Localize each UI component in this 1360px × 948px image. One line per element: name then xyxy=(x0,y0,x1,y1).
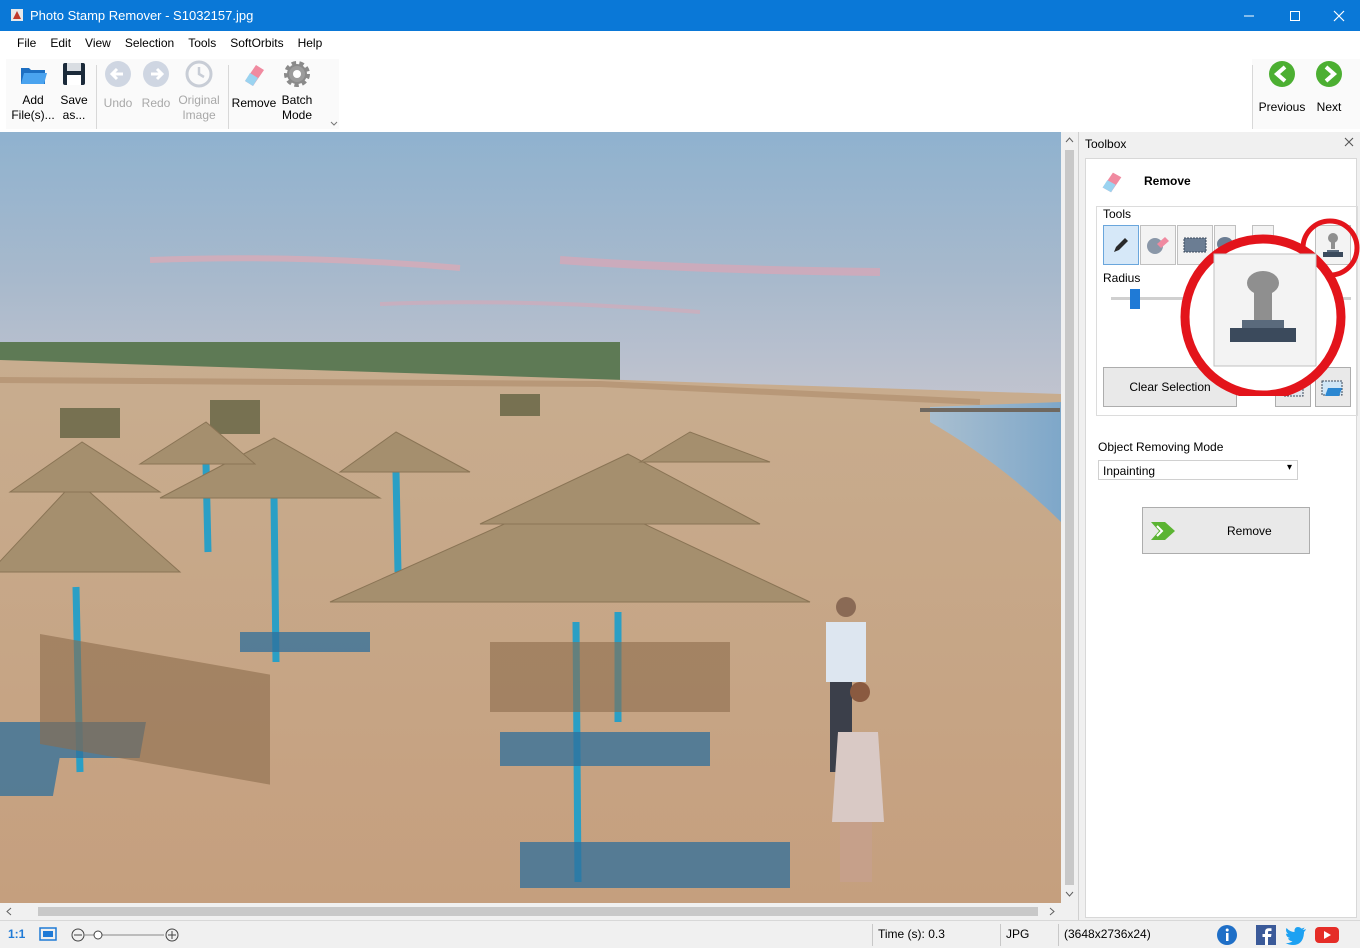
gear-icon xyxy=(284,61,310,87)
toolbar: Add File(s)... Save as... Undo Redo Orig… xyxy=(0,55,1360,132)
undo-arrow-icon xyxy=(105,61,131,87)
status-separator xyxy=(1058,924,1059,946)
maximize-button[interactable] xyxy=(1272,0,1318,31)
toolbar-separator xyxy=(96,65,97,129)
title-bar: Photo Stamp Remover - S1032157.jpg xyxy=(0,0,1360,31)
previous-arrow-icon xyxy=(1269,61,1295,87)
eraser-icon xyxy=(245,65,264,86)
chevron-down-icon: ▾ xyxy=(1286,462,1292,473)
redo-button[interactable]: Redo xyxy=(138,59,174,111)
remove-button[interactable]: Remove xyxy=(1142,507,1310,554)
remove-button-label: Remove xyxy=(1227,523,1272,538)
save-as-button[interactable]: Save as... xyxy=(56,59,92,123)
eraser-icon xyxy=(1102,172,1122,193)
save-as-label: Save as... xyxy=(60,93,88,122)
removing-mode-label: Object Removing Mode xyxy=(1098,440,1224,454)
undo-button[interactable]: Undo xyxy=(100,59,136,111)
history-clock-icon xyxy=(185,60,213,88)
pencil-icon xyxy=(1114,238,1128,252)
toolbar-main-group: Add File(s)... Save as... Undo Redo Orig… xyxy=(6,59,339,129)
remove-section-title: Remove xyxy=(1144,174,1191,188)
scroll-right-icon[interactable] xyxy=(1048,907,1056,916)
status-separator xyxy=(872,924,873,946)
radius-slider-thumb[interactable] xyxy=(1130,289,1140,309)
add-files-button[interactable]: Add File(s)... xyxy=(10,59,56,123)
close-icon xyxy=(1333,10,1345,21)
scroll-left-icon[interactable] xyxy=(5,907,13,916)
app-icon xyxy=(11,9,23,21)
redo-arrow-icon xyxy=(143,61,169,87)
horizontal-scrollbar[interactable] xyxy=(0,903,1061,920)
add-files-label: Add File(s)... xyxy=(11,93,55,122)
original-image-label: Original Image xyxy=(178,93,220,122)
next-label: Next xyxy=(1316,100,1342,114)
removing-mode-select[interactable]: Inpainting ▾ xyxy=(1098,460,1298,480)
next-button[interactable]: Next xyxy=(1310,59,1348,115)
processing-time: Time (s): 0.3 xyxy=(878,927,945,941)
actual-size-button[interactable]: 1:1 xyxy=(8,927,25,941)
menu-file[interactable]: File xyxy=(10,36,43,50)
magic-eraser-icon xyxy=(1147,237,1169,254)
undo-label: Undo xyxy=(103,96,133,110)
vertical-scrollbar[interactable] xyxy=(1061,132,1078,903)
vertical-scroll-thumb[interactable] xyxy=(1065,150,1074,885)
stamp-tool-highlight xyxy=(1180,218,1360,396)
window-title: Photo Stamp Remover - S1032157.jpg xyxy=(30,8,254,23)
image-format: JPG xyxy=(1006,927,1030,941)
close-button[interactable] xyxy=(1316,0,1360,31)
menu-edit[interactable]: Edit xyxy=(43,36,78,50)
tools-label: Tools xyxy=(1103,207,1132,221)
radius-label: Radius xyxy=(1103,271,1141,285)
floppy-disk-icon xyxy=(63,63,85,85)
previous-label: Previous xyxy=(1258,100,1306,114)
menu-bar: File Edit View Selection Tools SoftOrbit… xyxy=(0,31,1360,55)
toolbar-separator xyxy=(228,65,229,129)
horizontal-scroll-thumb[interactable] xyxy=(38,907,1038,916)
menu-selection[interactable]: Selection xyxy=(118,36,181,50)
info-icon[interactable] xyxy=(1216,924,1238,946)
remove-tool-label: Remove xyxy=(231,96,277,110)
pencil-tool-button[interactable] xyxy=(1103,225,1139,265)
scroll-down-icon[interactable] xyxy=(1065,890,1074,898)
close-icon xyxy=(1344,137,1354,147)
maximize-icon xyxy=(1290,10,1300,21)
twitter-icon[interactable] xyxy=(1285,925,1307,945)
menu-help[interactable]: Help xyxy=(291,36,330,50)
removing-mode-value: Inpainting xyxy=(1103,464,1156,478)
toolbox-title: Toolbox xyxy=(1085,137,1127,151)
image-dimensions: (3648x2736x24) xyxy=(1064,927,1151,941)
fit-to-window-icon[interactable] xyxy=(38,925,58,943)
green-arrow-icon xyxy=(1151,521,1175,540)
remove-section-header: Remove xyxy=(1096,167,1191,195)
batch-mode-label: Batch Mode xyxy=(281,93,313,122)
original-image-button[interactable]: Original Image xyxy=(174,59,224,123)
previous-button[interactable]: Previous xyxy=(1254,59,1310,115)
scroll-up-icon[interactable] xyxy=(1065,136,1074,144)
photo-image xyxy=(0,132,1061,903)
next-arrow-icon xyxy=(1316,61,1342,87)
toolbar-nav-group: Previous Next xyxy=(1252,59,1360,129)
menu-softorbits[interactable]: SoftOrbits xyxy=(223,36,290,50)
youtube-icon[interactable] xyxy=(1314,925,1340,945)
image-canvas[interactable] xyxy=(0,132,1061,903)
toolbar-separator xyxy=(1252,65,1253,129)
minimize-button[interactable] xyxy=(1226,0,1272,31)
zoom-slider[interactable] xyxy=(68,927,182,943)
toolbox-close-button[interactable] xyxy=(1344,136,1354,150)
remove-tool-button[interactable]: Remove xyxy=(232,59,276,111)
status-bar: 1:1 Time (s): 0.3 JPG (3648x2736x24) xyxy=(0,920,1360,948)
minimize-icon xyxy=(1244,15,1254,16)
facebook-icon[interactable] xyxy=(1256,925,1276,945)
redo-label: Redo xyxy=(141,96,171,110)
toolbar-overflow-icon[interactable] xyxy=(330,121,338,127)
menu-tools[interactable]: Tools xyxy=(181,36,223,50)
status-separator xyxy=(1000,924,1001,946)
menu-view[interactable]: View xyxy=(78,36,118,50)
batch-mode-button[interactable]: Batch Mode xyxy=(276,59,318,123)
open-folder-icon xyxy=(21,68,47,84)
